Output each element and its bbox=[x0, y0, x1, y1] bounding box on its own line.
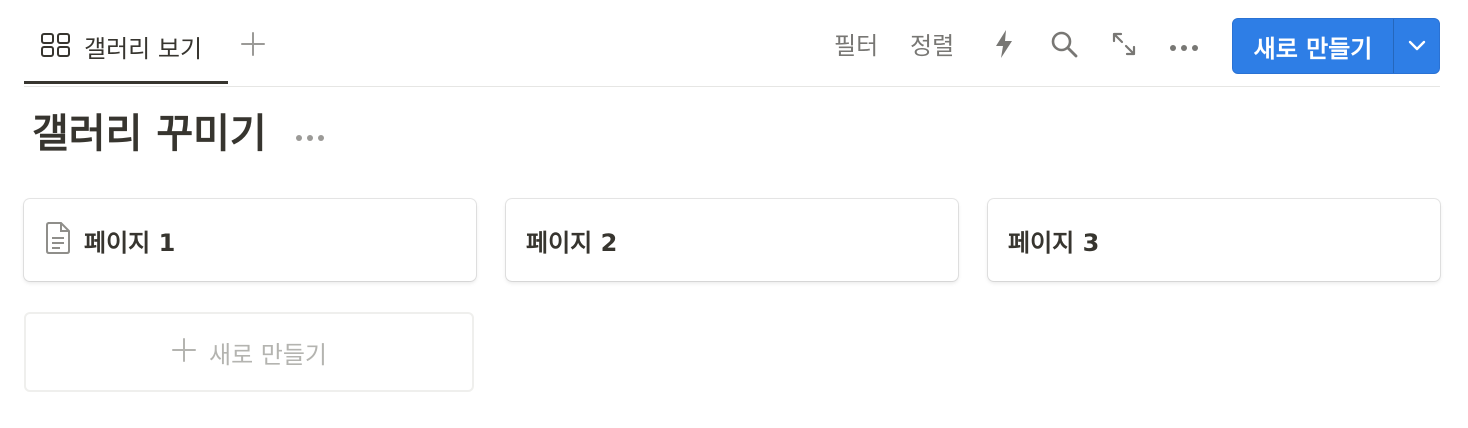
lightning-icon bbox=[993, 29, 1015, 63]
add-card-label: 새로 만들기 bbox=[208, 340, 328, 369]
sort-button[interactable]: 정렬 bbox=[910, 28, 954, 64]
new-dropdown-button[interactable] bbox=[1394, 19, 1439, 73]
tab-label: 갤러리 보기 bbox=[84, 35, 203, 63]
card-title: 페이지 2 bbox=[526, 228, 618, 257]
add-card-button[interactable]: 새로 만들기 bbox=[24, 312, 474, 392]
new-button-group: 새로 만들기 bbox=[1232, 18, 1440, 74]
card-title: 페이지 1 bbox=[84, 228, 176, 257]
expand-arrows-icon bbox=[1111, 31, 1137, 61]
search-button[interactable] bbox=[1046, 28, 1082, 64]
gallery-title[interactable]: 갤러리 꾸미기 bbox=[32, 106, 267, 162]
gallery-card[interactable]: 페이지 3 bbox=[988, 199, 1440, 281]
new-button[interactable]: 새로 만들기 bbox=[1233, 19, 1393, 73]
chevron-down-icon bbox=[1408, 37, 1426, 56]
plus-icon bbox=[171, 337, 197, 367]
plus-icon bbox=[240, 31, 266, 61]
page-icon bbox=[44, 221, 72, 259]
filter-button[interactable]: 필터 bbox=[834, 28, 878, 64]
gallery-card[interactable]: 페이지 1 bbox=[24, 199, 476, 281]
card-title: 페이지 3 bbox=[1008, 228, 1100, 257]
database-toolbar: 갤러리 보기 필터 정렬 새로 만들기 bbox=[24, 0, 1440, 87]
more-horizontal-icon bbox=[1169, 37, 1199, 56]
more-options-button[interactable] bbox=[1166, 28, 1202, 64]
gallery-card[interactable]: 페이지 2 bbox=[506, 199, 958, 281]
expand-button[interactable] bbox=[1106, 28, 1142, 64]
add-view-button[interactable] bbox=[238, 28, 268, 64]
tab-gallery-view[interactable]: 갤러리 보기 bbox=[24, 18, 228, 84]
gallery-grid-icon bbox=[40, 31, 72, 63]
search-icon bbox=[1050, 30, 1078, 62]
automation-button[interactable] bbox=[986, 28, 1022, 64]
more-horizontal-icon bbox=[295, 127, 325, 146]
title-more-button[interactable] bbox=[290, 118, 330, 154]
